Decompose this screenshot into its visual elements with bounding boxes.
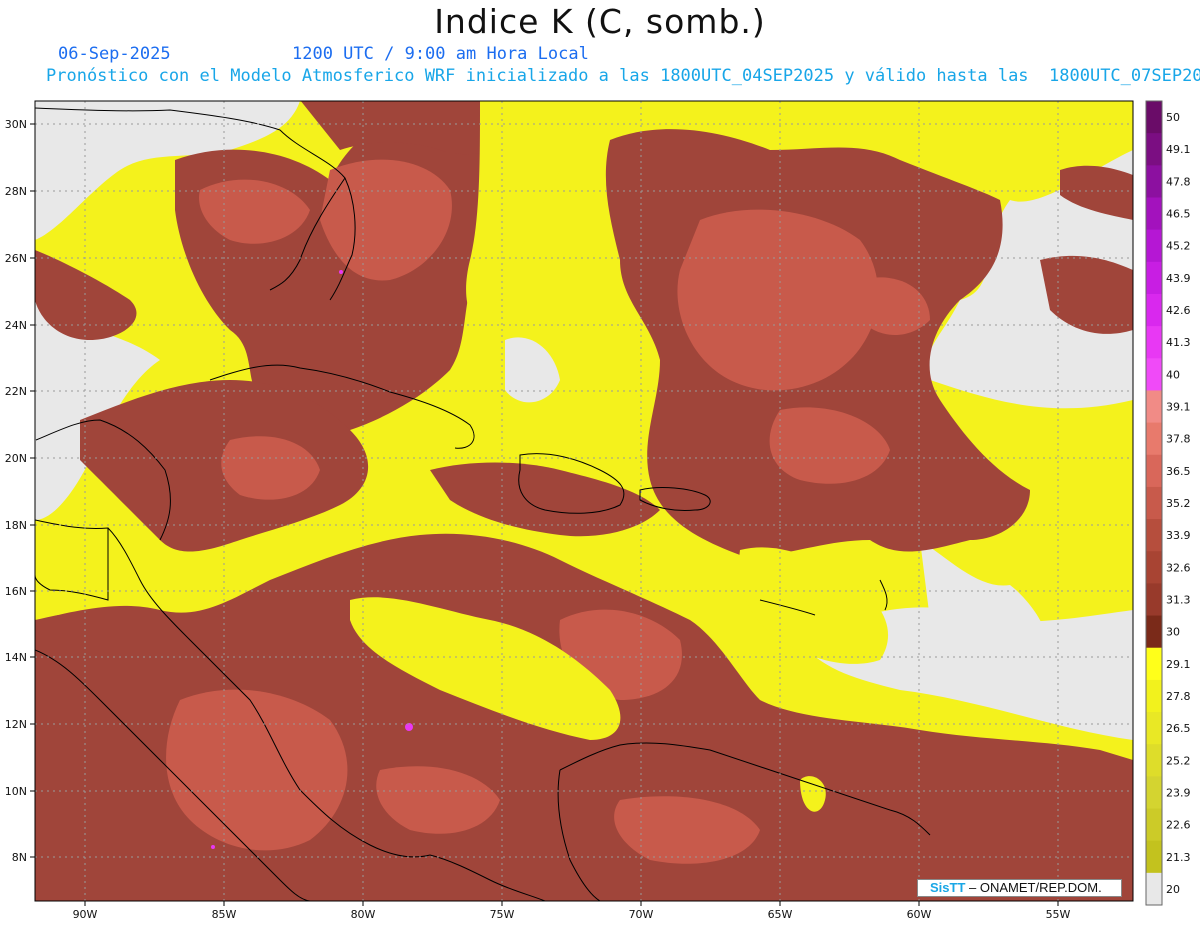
lat-label: 18N (5, 519, 27, 532)
colorbar-swatch (1146, 712, 1162, 745)
sistt-logo: SisTT (930, 880, 966, 895)
colorbar-swatch (1146, 390, 1162, 424)
colorbar-label: 36.5 (1166, 465, 1191, 478)
lon-label: 65W (768, 908, 793, 921)
colorbar-swatch (1146, 101, 1162, 134)
colorbar-swatch (1146, 840, 1162, 874)
colorbar-swatch (1146, 808, 1162, 842)
colorbar-label: 47.8 (1166, 175, 1191, 188)
credit-box: SisTT – ONAMET/REP.DOM. (917, 879, 1122, 897)
colorbar-swatch (1146, 776, 1162, 810)
colorbar-swatch (1146, 454, 1162, 488)
lat-label: 16N (5, 585, 27, 598)
lon-label: 70W (629, 908, 654, 921)
colorbar-swatch (1146, 133, 1162, 166)
colorbar-swatch (1146, 615, 1162, 649)
colorbar-label: 37.8 (1166, 433, 1191, 446)
colorbar-label: 41.3 (1166, 336, 1191, 349)
colorbar-label: 39.1 (1166, 401, 1191, 414)
colorbar-swatch (1146, 519, 1162, 552)
colorbar-label: 30 (1166, 626, 1180, 639)
longitude-labels: 90W 85W 80W 75W 70W 65W 60W 55W (73, 908, 1071, 921)
colorbar-swatch (1146, 422, 1162, 456)
colorbar-label: 42.6 (1166, 304, 1191, 317)
colorbar-label: 49.1 (1166, 143, 1191, 156)
lon-label: 55W (1046, 908, 1071, 921)
colorbar-label: 35.2 (1166, 497, 1191, 510)
lat-label: 20N (5, 452, 27, 465)
colorbar-swatch (1146, 647, 1162, 681)
colorbar-swatch (1146, 293, 1162, 327)
colorbar-swatch (1146, 583, 1162, 617)
colorbar-label: 33.9 (1166, 529, 1191, 542)
colorbar-swatch (1146, 872, 1162, 906)
colorbar-label: 22.6 (1166, 819, 1191, 832)
colorbar-swatch (1146, 486, 1162, 520)
colorbar-label: 45.2 (1166, 240, 1191, 253)
lon-label: 90W (73, 908, 98, 921)
colorbar-label: 46.5 (1166, 208, 1191, 221)
lat-label: 14N (5, 651, 27, 664)
colorbar-label: 27.8 (1166, 690, 1191, 703)
shaded-field (35, 101, 1133, 901)
lat-label: 22N (5, 385, 27, 398)
k-index-map: 30N 28N 26N 24N 22N 20N 18N 16N 14N 12N … (5, 100, 1191, 921)
lat-label: 28N (5, 185, 27, 198)
colorbar-label: 31.3 (1166, 593, 1191, 606)
colorbar: 50 49.1 47.8 46.5 45.2 43.9 42.6 41.3 40 39.1 37.8… (1145, 100, 1191, 906)
lat-label: 30N (5, 118, 27, 131)
lon-label: 75W (490, 908, 515, 921)
colorbar-label: 43.9 (1166, 272, 1191, 285)
colorbar-swatch (1146, 679, 1162, 713)
colorbar-swatch (1146, 551, 1162, 584)
lon-label: 60W (907, 908, 932, 921)
colorbar-label: 23.9 (1166, 786, 1191, 799)
colorbar-label: 32.6 (1166, 561, 1191, 574)
colorbar-label: 26.5 (1166, 722, 1191, 735)
colorbar-swatch (1146, 744, 1162, 777)
lat-label: 24N (5, 319, 27, 332)
lat-label: 10N (5, 785, 27, 798)
lon-label: 85W (212, 908, 237, 921)
colorbar-swatch (1146, 326, 1162, 359)
colorbar-label: 25.2 (1166, 754, 1191, 767)
colorbar-swatch (1146, 229, 1162, 263)
colorbar-label: 40 (1166, 368, 1180, 381)
colorbar-swatch (1146, 261, 1162, 295)
lat-label: 12N (5, 718, 27, 731)
lon-label: 80W (351, 908, 376, 921)
colorbar-label: 50 (1166, 111, 1180, 124)
colorbar-swatch (1146, 165, 1162, 198)
credit-text: – ONAMET/REP.DOM. (965, 880, 1102, 895)
latitude-labels: 30N 28N 26N 24N 22N 20N 18N 16N 14N 12N … (5, 118, 27, 864)
colorbar-label: 29.1 (1166, 658, 1191, 671)
lat-label: 8N (12, 851, 27, 864)
colorbar-swatch (1146, 197, 1162, 231)
colorbar-swatch (1146, 358, 1162, 391)
lat-label: 26N (5, 252, 27, 265)
colorbar-label: 20 (1166, 883, 1180, 896)
colorbar-label: 21.3 (1166, 851, 1191, 864)
